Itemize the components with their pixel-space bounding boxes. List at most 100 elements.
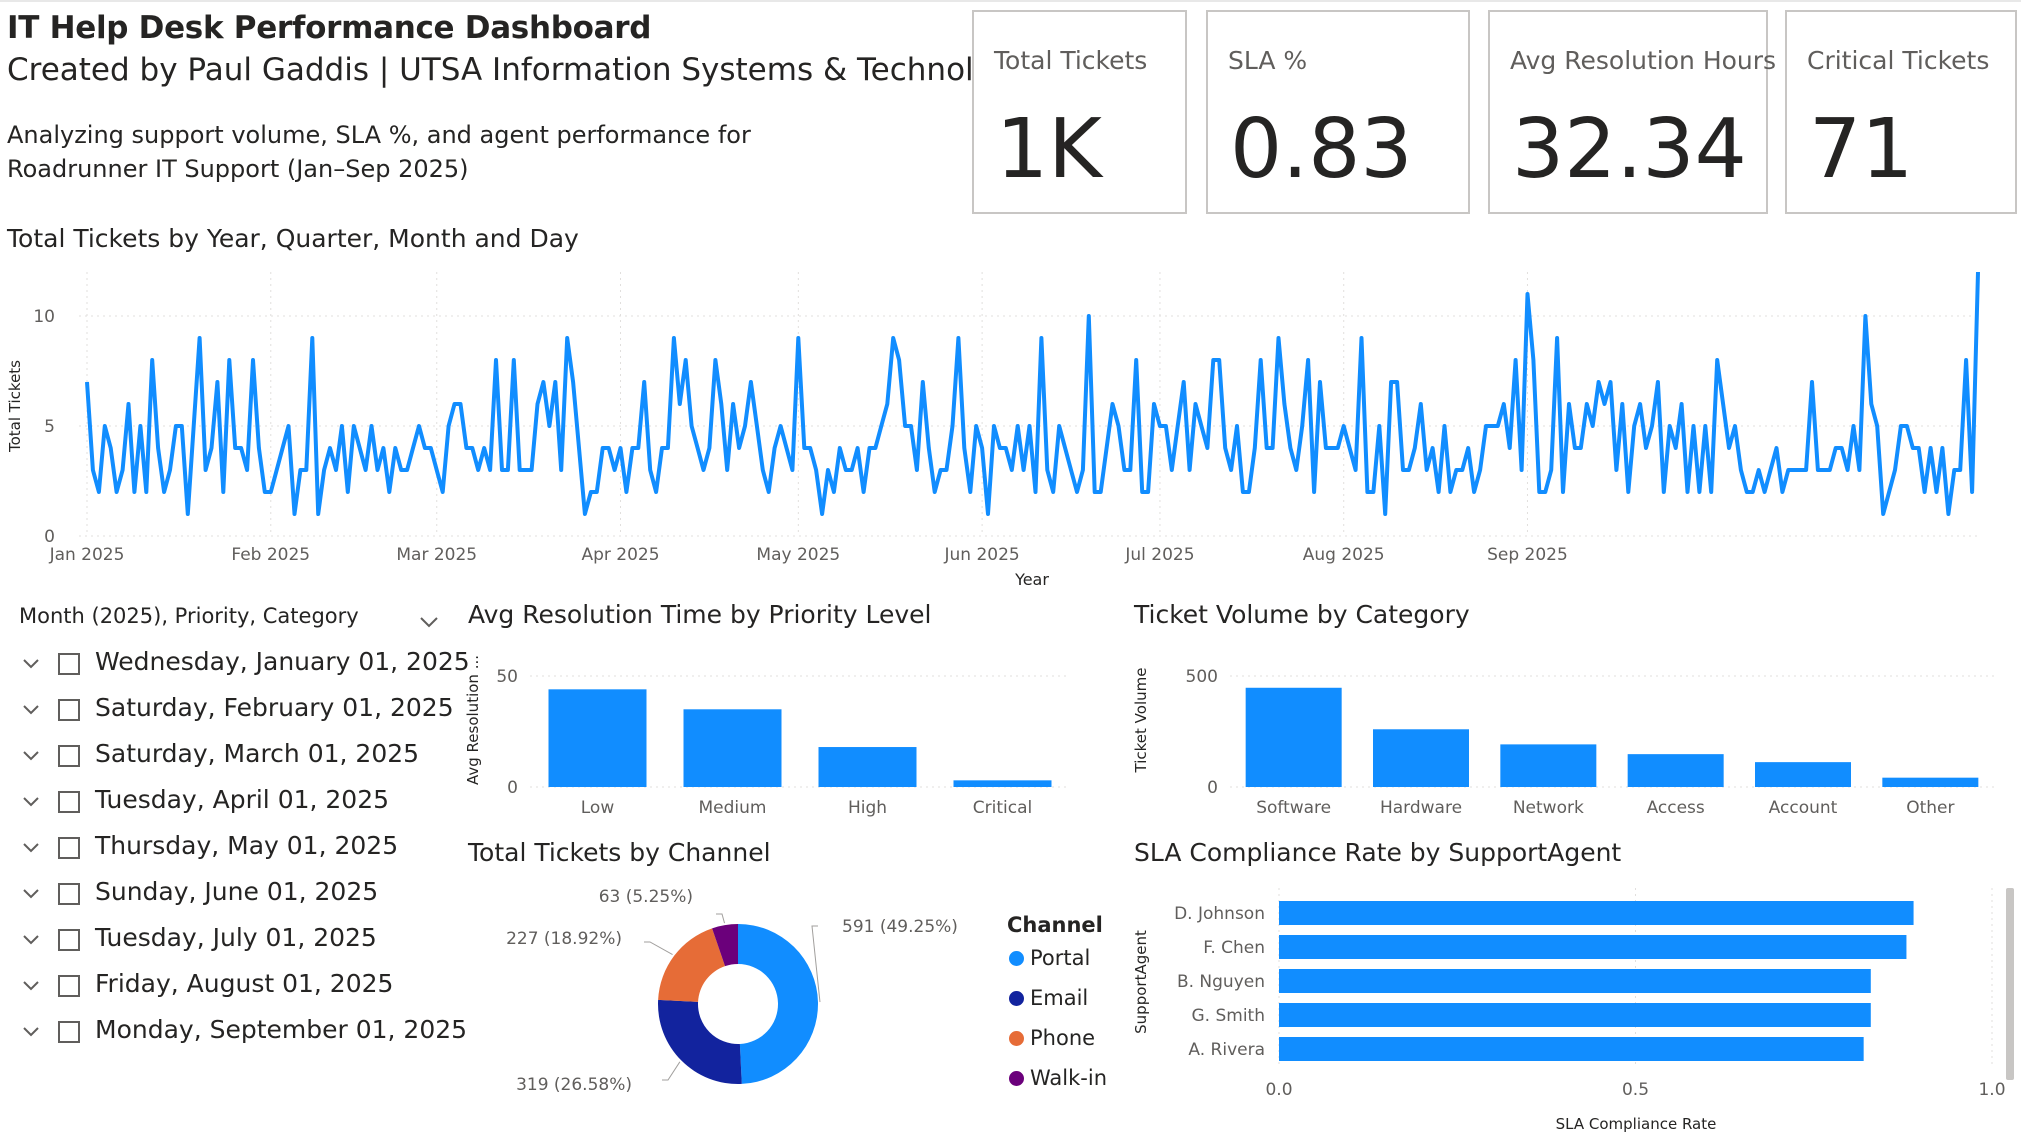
slicer-item-label: Saturday, February 01, 2025 [95,693,454,722]
legend-marker [1009,1071,1024,1086]
channel-donut-chart[interactable]: 591 (49.25%) 319 (26.58%) 227 (18.92%) 63 (… [460,872,1060,1107]
sla-bar [1279,969,1871,993]
donut-slice-phone [658,928,726,1002]
kpi-card-critical[interactable]: Critical Tickets 71 [1785,10,2017,214]
slicer-item[interactable]: Friday, August 01, 2025 [0,967,440,1013]
priority-bar-chart[interactable]: Avg Resolution ... 0 50 Low Medium High Criti… [460,640,1090,822]
page-title: IT Help Desk Performance Dashboard [7,10,652,46]
slicer-item-label: Monday, September 01, 2025 [95,1015,468,1044]
category-x-tick: Account [1769,798,1838,818]
slicer-item-label: Tuesday, July 01, 2025 [95,923,377,952]
slicer-item[interactable]: Tuesday, April 01, 2025 [0,783,440,829]
chevron-down-icon[interactable] [22,931,40,950]
top-divider [0,0,2021,2]
legend-item-email[interactable]: Email [1009,986,1088,1010]
sla-x-tick: 0.0 [1265,1080,1292,1100]
legend-label: Walk-in [1030,1066,1108,1090]
page-subtitle: Created by Paul Gaddis | UTSA Informatio… [7,52,1031,88]
sla-x-tick: 1.0 [1978,1080,2005,1100]
slicer-item[interactable]: Thursday, May 01, 2025 [0,829,440,875]
kpi-card-avg-resolution[interactable]: Avg Resolution Hours 32.34 [1488,10,1776,214]
category-bar [1245,687,1342,787]
checkbox[interactable] [58,929,80,951]
checkbox[interactable] [58,883,80,905]
chevron-down-icon[interactable] [22,701,40,720]
checkbox[interactable] [58,699,80,721]
category-bar-chart[interactable]: Ticket Volume 0 500 Software Hardware Networ… [1126,640,2006,822]
chevron-down-icon[interactable] [22,885,40,904]
legend-item-walkin[interactable]: Walk-in [1009,1066,1107,1090]
checkbox[interactable] [58,745,80,767]
priority-x-tick: Medium [699,798,767,818]
chevron-down-icon[interactable] [22,747,40,766]
slicer-item-label: Tuesday, April 01, 2025 [95,785,390,814]
slicer-item-label: Saturday, March 01, 2025 [95,739,420,768]
slicer-item[interactable]: Sunday, June 01, 2025 [0,875,440,921]
chevron-down-icon[interactable] [419,610,439,634]
slicer-header[interactable]: Month (2025), Priority, Category [19,604,439,638]
kpi-label: SLA % [1228,46,1308,75]
chevron-down-icon[interactable] [22,839,40,858]
donut-data-label: 227 (18.92%) [506,929,622,949]
slicer-item-label: Thursday, May 01, 2025 [95,831,399,860]
category-bar [1755,762,1851,787]
legend-marker [1009,951,1024,966]
sla-chart-title: SLA Compliance Rate by SupportAgent [1134,838,1622,867]
category-bar [1882,777,1979,787]
line-chart-y-axis-label: Total Tickets [6,360,24,453]
donut-data-label: 63 (5.25%) [599,887,693,907]
sla-x-axis-label: SLA Compliance Rate [1556,1115,1717,1132]
line-chart-x-tick: May 2025 [756,545,840,565]
legend-label: Email [1030,986,1089,1010]
slicer-item[interactable]: Monday, September 01, 2025 [0,1013,467,1059]
checkbox[interactable] [58,791,80,813]
slicer-header-label: Month (2025), Priority, Category [19,604,359,628]
kpi-card-total-tickets[interactable]: Total Tickets 1K [972,10,1187,214]
sla-y-tick: G. Smith [1192,1006,1266,1026]
legend-label: Portal [1030,946,1091,970]
chevron-down-icon[interactable] [22,793,40,812]
slicer-item[interactable]: Saturday, March 01, 2025 [0,737,440,783]
checkbox[interactable] [58,975,80,997]
chevron-down-icon[interactable] [22,1023,40,1042]
slicer-item[interactable]: Tuesday, July 01, 2025 [0,921,440,967]
sla-bar-chart[interactable]: SupportAgent SLA Compliance Rate 0.0 0.5 1… [1126,880,2006,1132]
channel-chart-title: Total Tickets by Channel [468,838,771,867]
checkbox[interactable] [58,1021,80,1043]
sla-bar [1279,1037,1864,1061]
sla-chart-scrollbar[interactable] [2006,888,2014,1080]
priority-y-tick: 0 [507,778,518,798]
donut-leader-line [644,941,673,956]
chevron-down-icon[interactable] [22,655,40,674]
kpi-value: 0.83 [1230,102,1413,197]
line-chart-x-axis-label: Year [1014,570,1049,589]
sla-y-tick: D. Johnson [1174,904,1265,924]
line-chart-y-tick: 0 [44,527,55,547]
legend-item-phone[interactable]: Phone [1009,1026,1095,1050]
slicer-item[interactable]: Wednesday, January 01, 2025 [0,645,470,691]
priority-bar [683,709,782,787]
donut-data-label: 591 (49.25%) [842,917,958,937]
kpi-card-sla[interactable]: SLA % 0.83 [1206,10,1470,214]
category-x-tick: Hardware [1380,798,1462,818]
priority-x-tick: High [848,798,887,818]
sla-bar [1279,935,1907,959]
chevron-down-icon[interactable] [22,977,40,996]
kpi-value: 32.34 [1512,102,1747,197]
priority-chart-title: Avg Resolution Time by Priority Level [468,600,932,629]
slicer-item-label: Sunday, June 01, 2025 [95,877,379,906]
checkbox[interactable] [58,837,80,859]
category-x-tick: Access [1647,798,1705,818]
priority-bar [818,747,917,787]
legend-item-portal[interactable]: Portal [1009,946,1090,970]
checkbox[interactable] [58,653,80,675]
sla-y-tick: F. Chen [1203,938,1265,958]
line-chart-x-tick: Jun 2025 [943,545,1019,565]
legend-marker [1009,1031,1024,1046]
category-bar [1627,754,1724,787]
donut-slice-email [658,999,742,1084]
line-chart[interactable]: Total Tickets Year 0 5 10 Jan 2025 Feb 2025 M… [0,262,2021,597]
slicer-item[interactable]: Saturday, February 01, 2025 [0,691,454,737]
line-chart-title: Total Tickets by Year, Quarter, Month an… [7,224,579,253]
sla-bar [1279,901,1914,925]
